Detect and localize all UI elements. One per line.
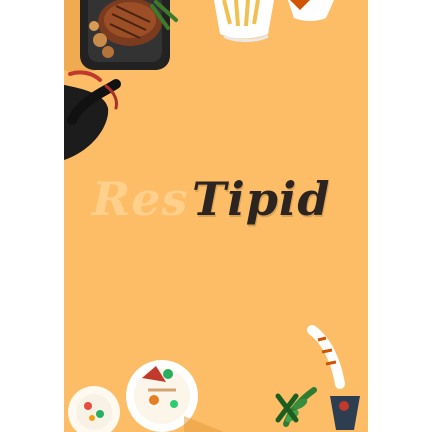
brand-logo: Res Tipid bbox=[92, 172, 342, 236]
logo-res-text: Res bbox=[92, 172, 189, 226]
herb-garnish-icon bbox=[275, 325, 360, 430]
top-food-illustration bbox=[64, 0, 334, 160]
fries-icon bbox=[214, 0, 274, 42]
poster: Res Tipid bbox=[64, 0, 368, 432]
salad-bowl-icon bbox=[68, 386, 120, 432]
logo-tipid-text: Tipid bbox=[192, 172, 331, 226]
sauce-cup-icon bbox=[288, 0, 334, 21]
bottom-food-illustration bbox=[68, 325, 360, 432]
steak-skillet-icon bbox=[64, 0, 178, 160]
